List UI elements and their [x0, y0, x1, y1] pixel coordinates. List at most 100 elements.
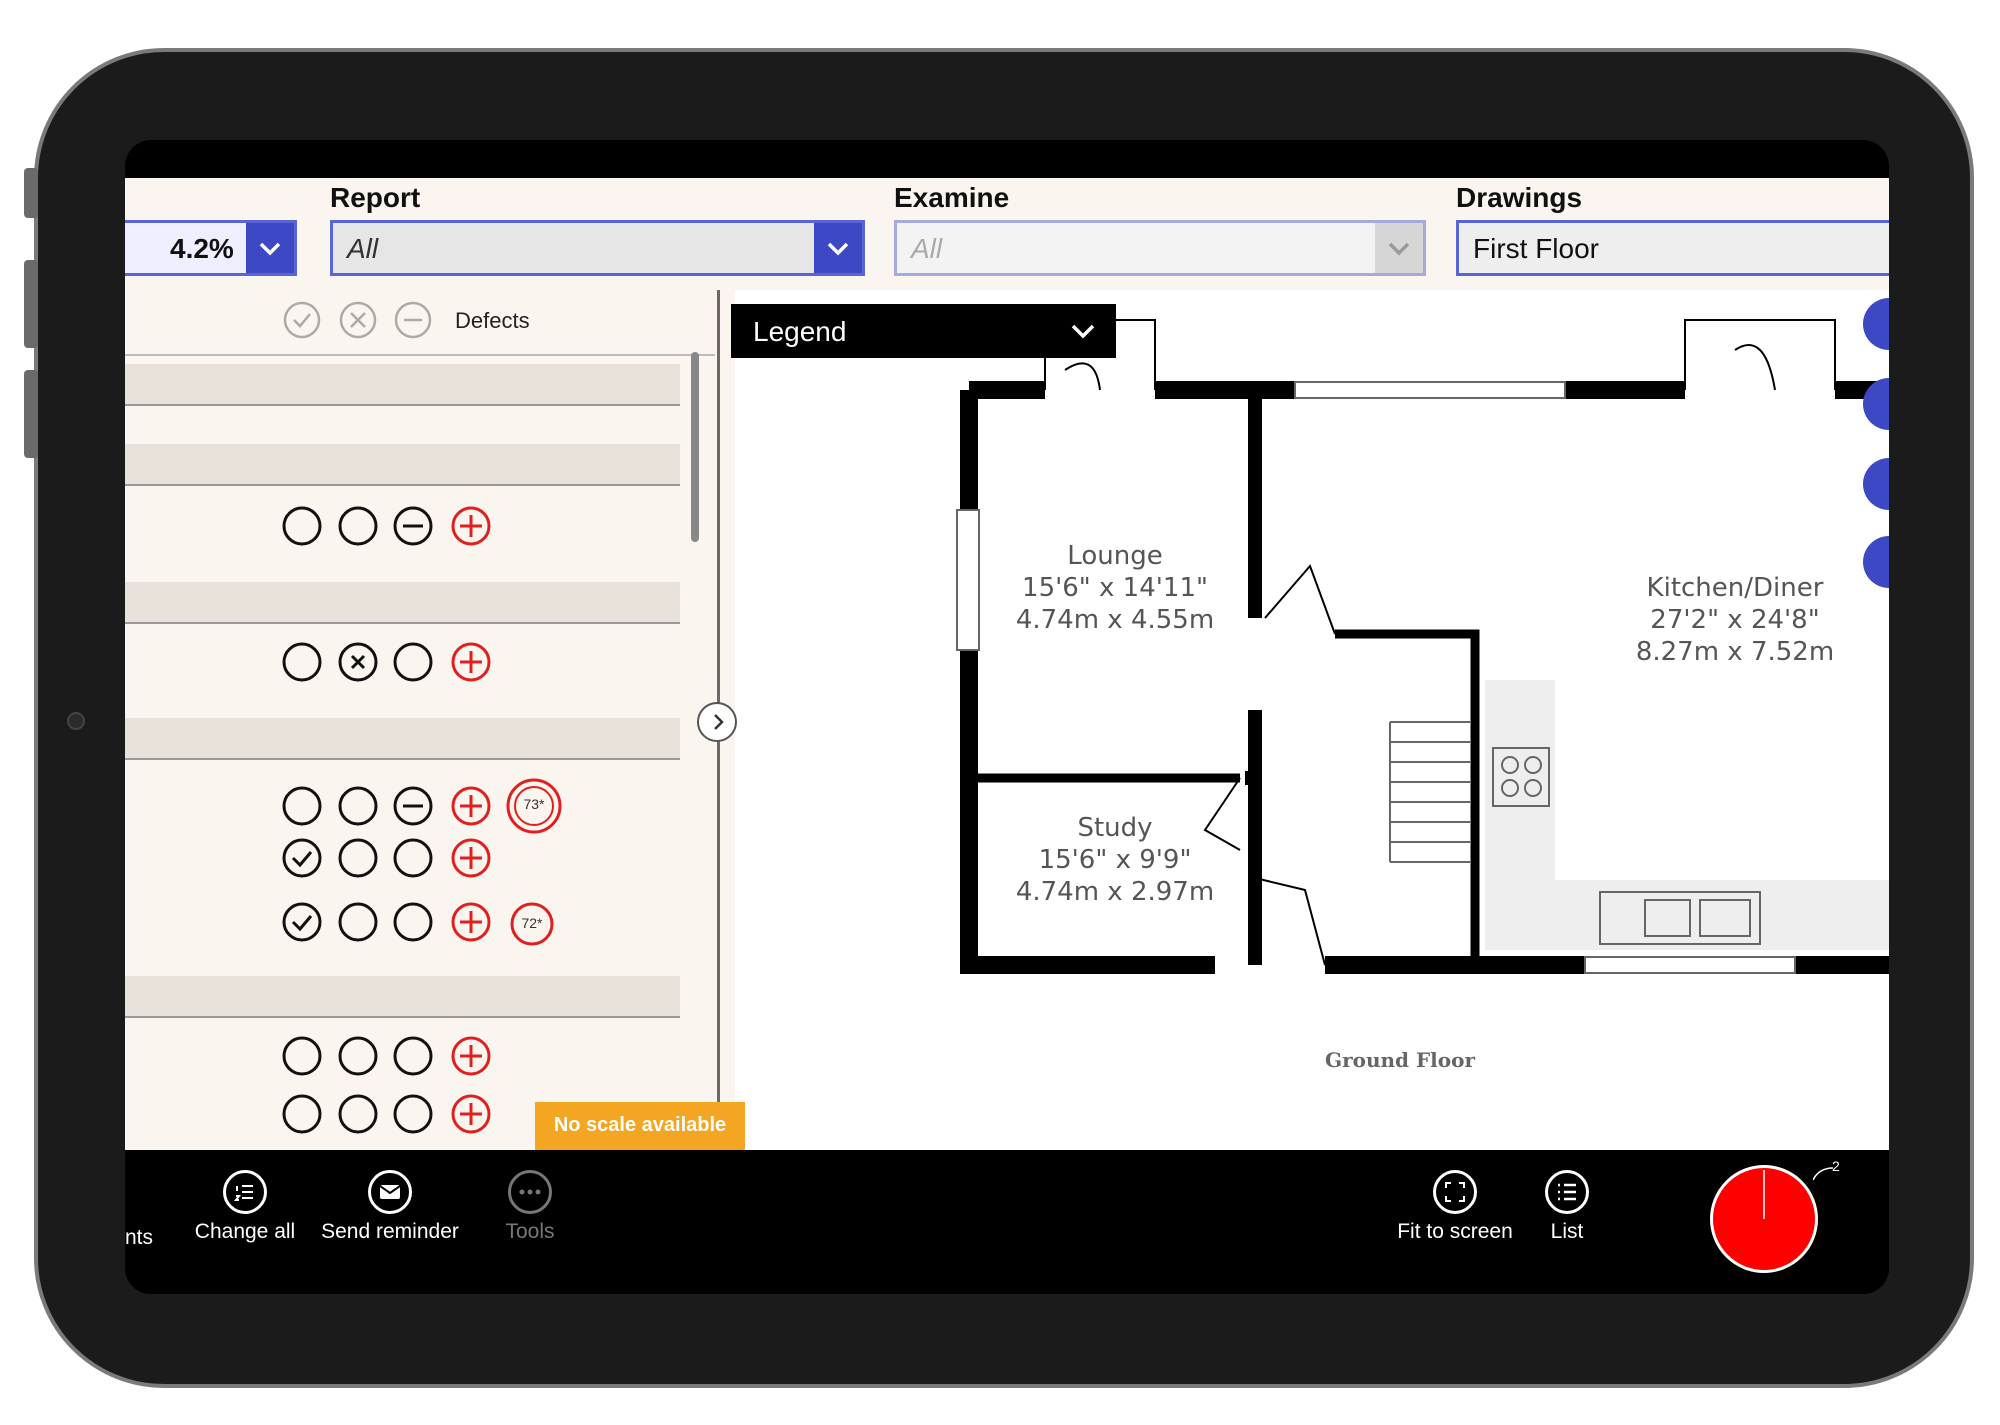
volume-up-button	[24, 260, 38, 348]
fit-to-screen-button[interactable]: Fit to screen	[1380, 1170, 1530, 1244]
chevron-down-icon	[1375, 223, 1423, 273]
more-dots-icon	[508, 1170, 552, 1214]
room-size-metric: 8.27m x 7.52m	[1635, 637, 1835, 667]
checklist-header: Defects	[125, 290, 715, 356]
pass-radio-checked-icon[interactable]	[282, 902, 322, 942]
tablet-screen: 4.2% Report All Examine All Drawings Fir…	[125, 140, 1889, 1294]
na-radio-icon[interactable]	[393, 642, 433, 682]
chevron-right-icon	[714, 714, 724, 730]
na-radio-icon[interactable]	[393, 1036, 433, 1076]
fail-radio-icon[interactable]	[338, 786, 378, 826]
send-reminder-label: Send reminder	[321, 1220, 459, 1243]
tools-button[interactable]: Tools	[475, 1170, 585, 1244]
fail-radio-icon[interactable]	[338, 902, 378, 942]
no-scale-notice: No scale available	[535, 1102, 745, 1152]
na-radio-icon[interactable]	[393, 902, 433, 942]
mute-switch	[24, 168, 38, 218]
legend-dropdown[interactable]: Legend	[731, 304, 1116, 358]
app-window: 4.2% Report All Examine All Drawings Fir…	[125, 178, 1889, 1150]
floor-plan-drawing	[956, 319, 1889, 974]
add-defect-icon[interactable]	[451, 902, 491, 942]
room-size-imperial: 15'6" x 14'11"	[1022, 573, 1208, 603]
tools-label: Tools	[505, 1220, 555, 1243]
examine-select[interactable]: All	[894, 220, 1426, 276]
examine-label: Examine	[894, 182, 1010, 213]
drawings-select[interactable]: First Floor	[1456, 220, 1889, 276]
drawing-canvas[interactable]: Lounge 15'6" x 14'11" 4.74m x 4.55m Kitc…	[735, 290, 1889, 1150]
section-header[interactable]	[125, 444, 680, 486]
list-button[interactable]: List	[1527, 1170, 1607, 1244]
command-bar: nts Change all Send reminder Tools Fit t…	[125, 1150, 1889, 1294]
add-defect-icon[interactable]	[451, 642, 491, 682]
pie-count-label: 2	[1832, 1158, 1840, 1174]
pass-radio-icon[interactable]	[282, 506, 322, 546]
pass-filter-icon[interactable]	[282, 300, 322, 340]
fit-to-screen-label: Fit to screen	[1397, 1220, 1513, 1243]
room-size-metric: 4.74m x 4.55m	[1015, 605, 1215, 635]
fail-radio-icon[interactable]	[338, 838, 378, 878]
pass-radio-icon[interactable]	[282, 786, 322, 826]
room-label-kitchen-diner: Kitchen/Diner 27'2" x 24'8" 8.27m x 7.52…	[1605, 572, 1865, 668]
zoom-value: 4.2%	[170, 233, 234, 264]
room-size-metric: 4.74m x 2.97m	[1015, 877, 1215, 907]
defect-badge[interactable]: 73*	[506, 778, 562, 834]
collapse-panel-button[interactable]	[697, 702, 737, 742]
scrollbar-thumb[interactable]	[691, 352, 699, 542]
fail-radio-icon[interactable]	[338, 506, 378, 546]
numbered-list-icon	[223, 1170, 267, 1214]
progress-pie-chart[interactable]	[1710, 1165, 1818, 1273]
chevron-down-icon	[814, 223, 862, 273]
chevron-down-icon	[246, 223, 294, 273]
add-defect-icon[interactable]	[451, 838, 491, 878]
checklist-panel: Defects 73* 72*	[125, 290, 715, 1150]
section-header[interactable]	[125, 582, 680, 624]
zoom-select[interactable]: 4.2%	[125, 220, 297, 276]
truncated-button-label[interactable]: nts	[125, 1226, 153, 1250]
fail-filter-icon[interactable]	[338, 300, 378, 340]
report-label: Report	[330, 182, 421, 213]
na-filter-icon[interactable]	[393, 300, 433, 340]
room-label-lounge: Lounge 15'6" x 14'11" 4.74m x 4.55m	[985, 540, 1245, 636]
fit-screen-icon	[1433, 1170, 1477, 1214]
floor-caption: Ground Floor	[1325, 1048, 1475, 1072]
na-radio-icon[interactable]	[393, 838, 433, 878]
envelope-icon	[368, 1170, 412, 1214]
legend-label: Legend	[753, 316, 847, 347]
examine-value: All	[911, 233, 943, 264]
defects-header: Defects	[455, 308, 530, 333]
pass-radio-checked-icon[interactable]	[282, 838, 322, 878]
section-header[interactable]	[125, 718, 680, 760]
change-all-label: Change all	[194, 1220, 296, 1243]
report-select[interactable]: All	[330, 220, 865, 276]
pass-radio-icon[interactable]	[282, 1094, 322, 1134]
room-name: Study	[1077, 813, 1153, 843]
add-defect-icon[interactable]	[451, 1094, 491, 1134]
defect-badge-count: 73*	[523, 796, 545, 812]
drawings-label: Drawings	[1456, 182, 1583, 213]
room-name: Kitchen/Diner	[1646, 573, 1824, 603]
add-defect-icon[interactable]	[451, 1036, 491, 1076]
na-radio-icon[interactable]	[393, 1094, 433, 1134]
fail-radio-checked-icon[interactable]	[338, 642, 378, 682]
add-defect-icon[interactable]	[451, 786, 491, 826]
change-all-button[interactable]: Change all	[185, 1170, 305, 1244]
room-size-imperial: 15'6" x 9'9"	[1038, 845, 1192, 875]
pass-radio-icon[interactable]	[282, 642, 322, 682]
send-reminder-button[interactable]: Send reminder	[305, 1170, 475, 1244]
section-header[interactable]	[125, 976, 680, 1018]
report-value: All	[347, 233, 379, 264]
camera-dot	[67, 712, 85, 730]
na-radio-minus-icon[interactable]	[393, 506, 433, 546]
fail-radio-icon[interactable]	[338, 1094, 378, 1134]
list-icon	[1545, 1170, 1589, 1214]
add-defect-icon[interactable]	[451, 506, 491, 546]
room-name: Lounge	[1067, 541, 1163, 571]
section-header[interactable]	[125, 364, 680, 406]
room-size-imperial: 27'2" x 24'8"	[1650, 605, 1820, 635]
na-radio-minus-icon[interactable]	[393, 786, 433, 826]
defect-badge-count: 72*	[521, 915, 543, 931]
pass-radio-icon[interactable]	[282, 1036, 322, 1076]
fail-radio-icon[interactable]	[338, 1036, 378, 1076]
pie-slice-marker	[1763, 1170, 1765, 1219]
defect-badge[interactable]: 72*	[510, 902, 554, 946]
